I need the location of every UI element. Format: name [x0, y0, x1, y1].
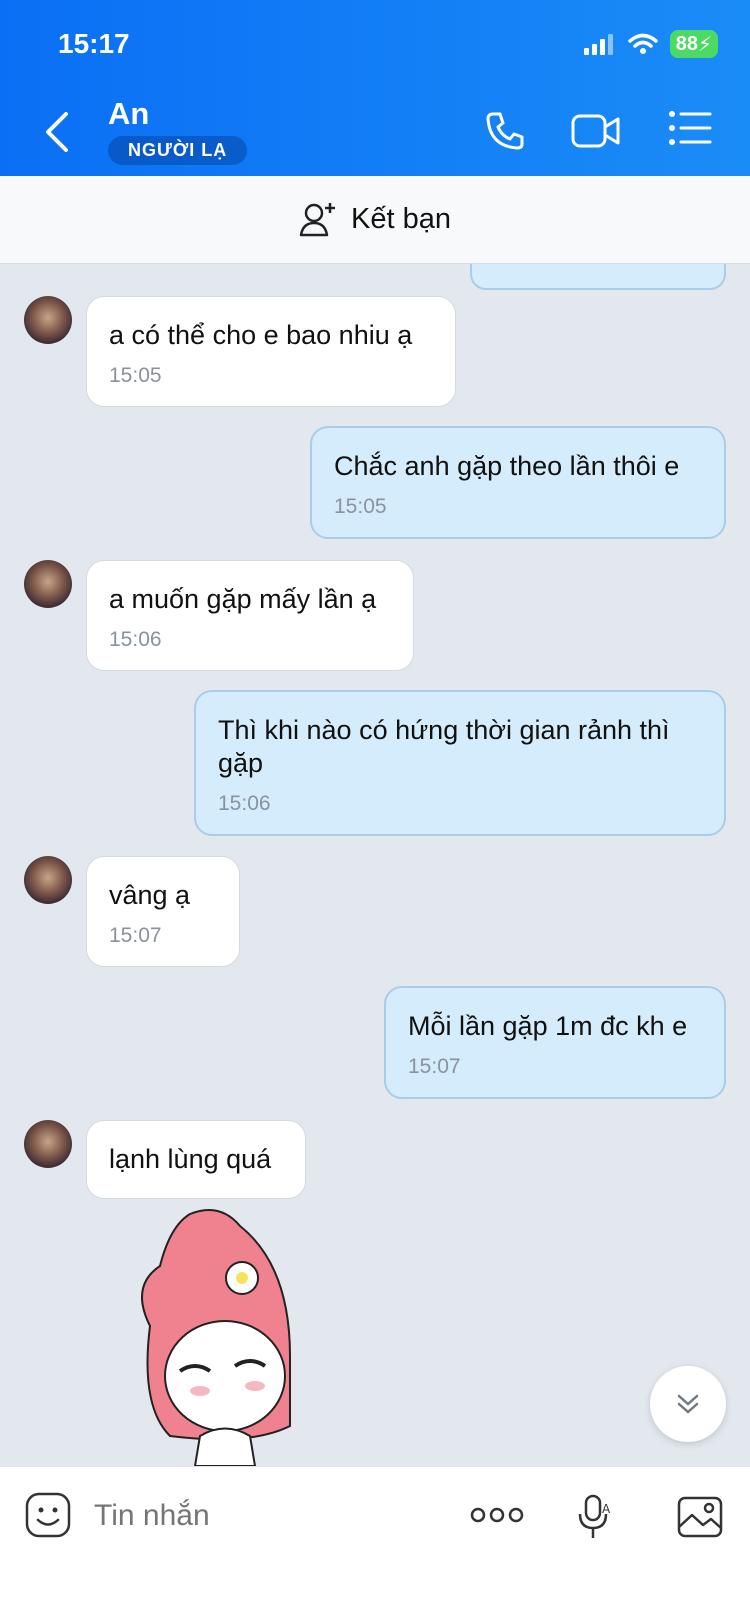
chevron-left-icon[interactable] [40, 110, 76, 154]
wifi-icon [627, 33, 658, 54]
chat-header: 15:17 88 ⚡ An NGƯỜI LẠ [0, 0, 750, 176]
incoming-message[interactable]: vâng ạ 15:07 [86, 856, 240, 967]
add-friend-label: Kết bạn [351, 203, 451, 235]
message-text: Thì khi nào có hứng thời gian rảnh thì g… [218, 715, 670, 778]
avatar[interactable] [24, 856, 72, 904]
signal-icon [583, 34, 613, 55]
more-dots-icon[interactable] [470, 1503, 524, 1527]
message-text: Mỗi lần gặp 1m đc kh e [408, 1011, 688, 1041]
avatar[interactable] [24, 560, 72, 608]
message-text: Chắc anh gặp theo lần thôi e [334, 451, 680, 481]
emoji-icon[interactable] [24, 1491, 72, 1539]
status-icons: 88 ⚡ [583, 30, 718, 58]
sticker-image[interactable] [130, 1206, 310, 1466]
battery-level: 88 [675, 32, 698, 55]
video-camera-icon[interactable] [570, 110, 622, 152]
outgoing-message[interactable]: Thì khi nào có hứng thời gian rảnh thì g… [194, 690, 726, 836]
chevron-double-down-icon [677, 1394, 699, 1414]
outgoing-message[interactable]: Mỗi lần gặp 1m đc kh e 15:07 [384, 986, 726, 1099]
message-time: 15:06 [109, 628, 162, 651]
incoming-message[interactable]: a có thể cho e bao nhiu ạ 15:05 [86, 296, 456, 407]
scroll-to-bottom-button[interactable] [650, 1366, 726, 1442]
avatar[interactable] [24, 1120, 72, 1168]
incoming-message[interactable]: a muốn gặp mấy lần ạ 15:06 [86, 560, 414, 671]
battery-indicator: 88 ⚡ [669, 30, 718, 58]
microphone-icon[interactable]: A [576, 1493, 616, 1541]
message-text: a muốn gặp mấy lần ạ [109, 584, 377, 614]
message-time: 15:06 [218, 792, 271, 815]
message-text: lạnh lùng quá [109, 1144, 272, 1174]
add-friend-button[interactable]: Kết bạn [0, 176, 750, 264]
message-input[interactable] [94, 1499, 434, 1533]
message-text: a có thể cho e bao nhiu ạ [109, 320, 413, 350]
message-time: 15:07 [109, 924, 162, 947]
phone-icon[interactable] [484, 110, 526, 152]
message-time: 15:05 [334, 495, 387, 518]
list-icon[interactable] [668, 110, 712, 146]
charging-icon: ⚡ [697, 33, 712, 56]
message-time: 15:05 [109, 364, 162, 387]
status-time: 15:17 [58, 28, 130, 59]
previous-message-bubble [470, 264, 726, 290]
outgoing-message[interactable]: Chắc anh gặp theo lần thôi e 15:05 [310, 426, 726, 539]
avatar[interactable] [24, 296, 72, 344]
image-icon[interactable] [676, 1495, 724, 1539]
incoming-message[interactable]: lạnh lùng quá [86, 1120, 306, 1199]
add-user-icon [299, 202, 335, 236]
stranger-badge: NGƯỜI LẠ [108, 136, 248, 165]
message-text: vâng ạ [109, 880, 191, 910]
message-time: 15:07 [408, 1055, 461, 1078]
contact-name[interactable]: An [108, 96, 149, 132]
svg-text:A: A [602, 1502, 611, 1516]
message-input-bar: A [0, 1466, 750, 1624]
message-list[interactable]: a có thể cho e bao nhiu ạ 15:05 Chắc anh… [0, 264, 750, 1466]
